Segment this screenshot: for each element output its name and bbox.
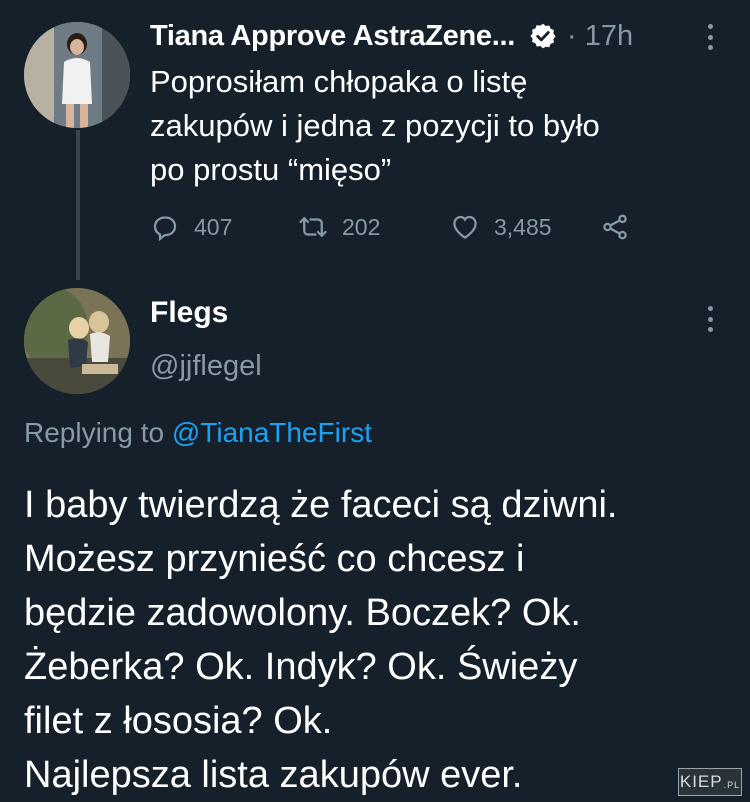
replying-to-handle-link[interactable]: @TianaTheFirst — [172, 417, 372, 448]
like-button[interactable]: 3,485 — [450, 205, 552, 249]
tweet-text-line: Poprosiłam chłopaka o listę — [150, 64, 528, 99]
verified-badge-icon — [529, 22, 557, 50]
tweet-actions: 407 202 3,485 — [150, 205, 650, 249]
tweet-text-line: I baby twierdzą że faceci są dziwni. — [24, 484, 618, 526]
more-options-icon[interactable] — [705, 306, 715, 332]
user-handle[interactable]: @jjflegel — [150, 350, 262, 383]
replying-prefix: Replying to — [24, 417, 165, 448]
tweet-timestamp[interactable]: 17h — [585, 20, 633, 53]
retweet-count: 202 — [342, 213, 381, 240]
reply-count: 407 — [194, 213, 233, 240]
retweet-icon — [299, 217, 327, 237]
retweet-button[interactable]: 202 — [298, 205, 380, 249]
tweet-text-line: filet z łososia? Ok. — [24, 700, 333, 742]
tweet-1-text: Poprosiłam chłopaka o listę zakupów i je… — [150, 60, 710, 192]
replying-to-line: Replying to @TianaTheFirst — [24, 417, 372, 449]
separator-dot: · — [567, 19, 577, 52]
avatar[interactable] — [24, 288, 130, 394]
reply-button[interactable]: 407 — [150, 205, 232, 249]
site-watermark-logo: KIEP .PL — [678, 768, 742, 796]
tweet-2-text: I baby twierdzą że faceci są dziwni. Moż… — [24, 478, 739, 802]
display-name[interactable]: Tiana Approve AstraZene... — [150, 20, 515, 53]
share-button[interactable] — [600, 205, 630, 249]
tweet-text-line: Możesz przynieść co chcesz i — [24, 538, 525, 580]
share-icon — [603, 214, 627, 240]
tweet-text-line: będzie zadowolony. Boczek? Ok. — [24, 592, 581, 634]
more-options-icon[interactable] — [705, 24, 715, 50]
watermark-main: KIEP — [679, 772, 723, 791]
tweet-1-header: Tiana Approve AstraZene... · 17h — [150, 16, 730, 56]
display-name[interactable]: Flegs — [150, 296, 228, 330]
like-count: 3,485 — [494, 213, 552, 240]
tweet-text-line: po prostu “mięso” — [150, 152, 392, 187]
tweet-text-line: Najlepsza lista zakupów ever. — [24, 754, 523, 796]
tweet-text-line: zakupów i jedna z pozycji to było — [150, 108, 600, 143]
thread-connector-line — [76, 130, 80, 280]
reply-icon — [153, 216, 177, 242]
avatar[interactable] — [24, 22, 130, 128]
tweet-text-line: Żeberka? Ok. Indyk? Ok. Świeży — [24, 646, 578, 688]
watermark-suffix: .PL — [723, 780, 741, 790]
heart-icon — [453, 215, 477, 239]
